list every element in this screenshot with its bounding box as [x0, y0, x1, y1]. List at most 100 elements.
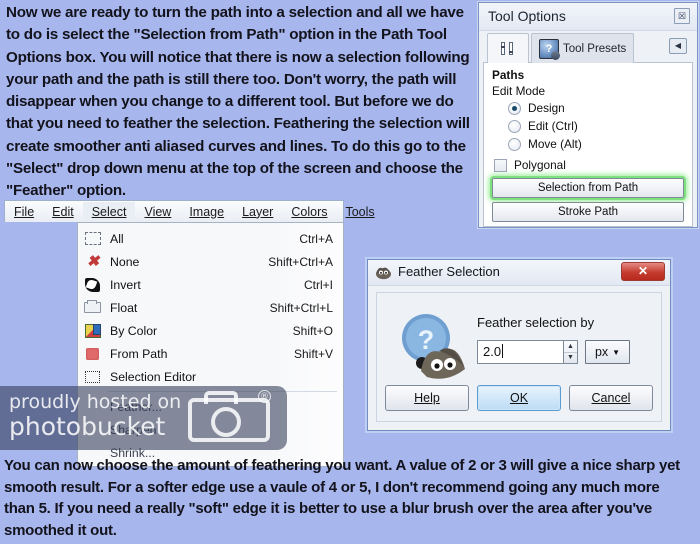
- feather-unit-dropdown[interactable]: px ▼: [585, 340, 630, 364]
- selection-from-path-button[interactable]: Selection from Path: [492, 178, 684, 198]
- menu-item-selection-editor[interactable]: Selection Editor: [78, 365, 343, 388]
- select-float-icon: [82, 299, 106, 317]
- menu-item-float[interactable]: Float Shift+Ctrl+L: [78, 296, 343, 319]
- outro-paragraph: You can now choose the amount of feather…: [4, 457, 680, 539]
- menu-item-selection-editor-label: Selection Editor: [110, 369, 197, 384]
- radio-design-label: Design: [528, 101, 565, 115]
- registered-trademark-icon: ®: [258, 390, 271, 403]
- checkbox-polygonal-icon: [494, 158, 507, 172]
- feather-prompt-label: Feather selection by: [477, 315, 595, 330]
- radio-edit-label: Edit (Ctrl): [528, 119, 578, 133]
- menu-item-all[interactable]: All Ctrl+A: [78, 227, 343, 250]
- menu-item-none[interactable]: ✖ None Shift+Ctrl+A: [78, 250, 343, 273]
- radio-edit[interactable]: Edit (Ctrl): [508, 119, 684, 133]
- tool-presets-icon: ?: [539, 38, 560, 60]
- menu-item-invert-shortcut: Ctrl+I: [303, 277, 333, 292]
- stepper-down-icon[interactable]: ▼: [564, 353, 577, 364]
- menubar-item-edit[interactable]: Edit: [43, 202, 83, 222]
- menubar-item-view-label: View: [144, 204, 172, 219]
- radio-move-label: Move (Alt): [528, 137, 582, 151]
- feather-value-control: 2.0 ▲ ▼ px ▼: [477, 340, 630, 364]
- select-none-icon: ✖: [86, 252, 100, 270]
- chevron-left-icon[interactable]: ◀: [669, 38, 687, 54]
- menu-item-all-label: All: [110, 231, 124, 246]
- menu-item-from-path-label: From Path: [110, 346, 168, 361]
- ok-button[interactable]: OK: [477, 385, 561, 411]
- radio-move[interactable]: Move (Alt): [508, 137, 684, 151]
- menu-item-none-shortcut: Shift+Ctrl+A: [268, 254, 333, 269]
- menu-item-float-shortcut: Shift+Ctrl+L: [269, 300, 333, 315]
- help-button[interactable]: Help: [385, 385, 469, 411]
- tool-options-panel: Tool Options ☒ ? Tool Presets ◀ Paths Ed…: [478, 2, 698, 228]
- svg-text:?: ?: [418, 325, 435, 355]
- menubar-item-layer[interactable]: Layer: [233, 202, 282, 222]
- select-invert-icon: [82, 276, 106, 294]
- menu-item-from-path[interactable]: From Path Shift+V: [78, 342, 343, 365]
- watermark-line-1: proudly hosted on: [9, 391, 182, 413]
- paths-section-heading: Paths: [492, 68, 525, 82]
- menubar-item-colors-label: Colors: [291, 204, 328, 219]
- menubar-item-image[interactable]: Image: [180, 202, 233, 222]
- cancel-button[interactable]: Cancel: [569, 385, 653, 411]
- menu-item-invert-label: Invert: [110, 277, 141, 292]
- help-button-label: Help: [414, 391, 440, 405]
- close-icon[interactable]: ☒: [674, 8, 690, 24]
- tab-tool-presets-label: Tool Presets: [563, 42, 627, 55]
- camera-icon: [188, 391, 270, 442]
- tool-options-titlebar: Tool Options ☒: [479, 3, 697, 31]
- menubar-item-file-label: File: [14, 204, 35, 219]
- menubar-item-colors[interactable]: Colors: [282, 202, 336, 222]
- menu-item-invert[interactable]: Invert Ctrl+I: [78, 273, 343, 296]
- tool-options-title: Tool Options: [488, 8, 566, 24]
- close-icon[interactable]: ✕: [621, 262, 665, 281]
- select-from-path-icon: [82, 345, 106, 363]
- feather-dialog-titlebar: Feather Selection ✕: [368, 260, 670, 286]
- feather-value-text: 2.0: [483, 344, 502, 359]
- camera-lens-icon: [211, 407, 241, 437]
- menubar-item-layer-label: Layer: [242, 204, 274, 219]
- select-all-icon: [82, 230, 106, 248]
- menu-item-from-path-shortcut: Shift+V: [293, 346, 333, 361]
- checkbox-polygonal[interactable]: Polygonal: [494, 158, 684, 172]
- menu-item-float-label: Float: [110, 300, 138, 315]
- intro-paragraph: Now we are ready to turn the path into a…: [6, 4, 470, 200]
- menubar-item-file[interactable]: File: [5, 202, 43, 222]
- ok-button-label: OK: [509, 391, 529, 405]
- photobucket-watermark: proudly hosted on photobucket ®: [0, 386, 287, 450]
- cancel-button-label: Cancel: [591, 391, 631, 405]
- radio-edit-icon: [508, 119, 521, 133]
- tool-options-tabstrip: ? Tool Presets ◀: [483, 33, 693, 63]
- feather-value-stepper[interactable]: ▲ ▼: [564, 340, 578, 364]
- menubar-item-tools[interactable]: Tools: [336, 202, 383, 222]
- menu-item-none-label: None: [110, 254, 140, 269]
- menu-item-by-color[interactable]: By Color Shift+O: [78, 319, 343, 342]
- select-by-color-icon: [82, 322, 106, 340]
- menu-item-by-color-label: By Color: [110, 323, 158, 338]
- feather-value-input[interactable]: 2.0: [477, 340, 564, 364]
- chevron-down-icon: ▼: [612, 347, 621, 357]
- gimp-wilber-question-icon: ?: [402, 314, 465, 379]
- menubar-item-edit-label: Edit: [52, 204, 74, 219]
- checkbox-polygonal-label: Polygonal: [514, 158, 566, 172]
- tab-tool-presets[interactable]: ? Tool Presets: [531, 33, 635, 63]
- feather-unit-label: px: [594, 345, 609, 359]
- feather-dialog-body: ? Feather selection by 2.0 ▲ ▼ px ▼ Help…: [376, 292, 662, 422]
- tool-options-body: Paths Edit Mode Design Edit (Ctrl) Move …: [483, 63, 693, 227]
- menubar-item-tools-label: Tools: [345, 204, 375, 219]
- feather-dialog-buttons: Help OK Cancel: [385, 385, 653, 411]
- stroke-path-button[interactable]: Stroke Path: [492, 202, 684, 222]
- menu-item-by-color-shortcut: Shift+O: [292, 323, 333, 338]
- feather-selection-dialog: Feather Selection ✕ ? Feather selection …: [367, 259, 671, 431]
- gimp-wilber-icon: [376, 267, 391, 280]
- stepper-up-icon[interactable]: ▲: [564, 341, 577, 353]
- feather-dialog-title: Feather Selection: [398, 264, 500, 279]
- menubar-item-select[interactable]: Select: [82, 201, 136, 222]
- menubar-item-view[interactable]: View: [135, 202, 180, 222]
- radio-design-icon: [508, 101, 521, 115]
- tab-tool-options[interactable]: [487, 33, 529, 63]
- gimp-menubar: File Edit Select View Image Layer Colors…: [4, 200, 375, 222]
- selection-editor-icon: [82, 368, 106, 386]
- radio-design[interactable]: Design: [508, 101, 684, 115]
- menubar-item-select-label: Select: [91, 204, 127, 219]
- menubar-item-image-label: Image: [189, 204, 225, 219]
